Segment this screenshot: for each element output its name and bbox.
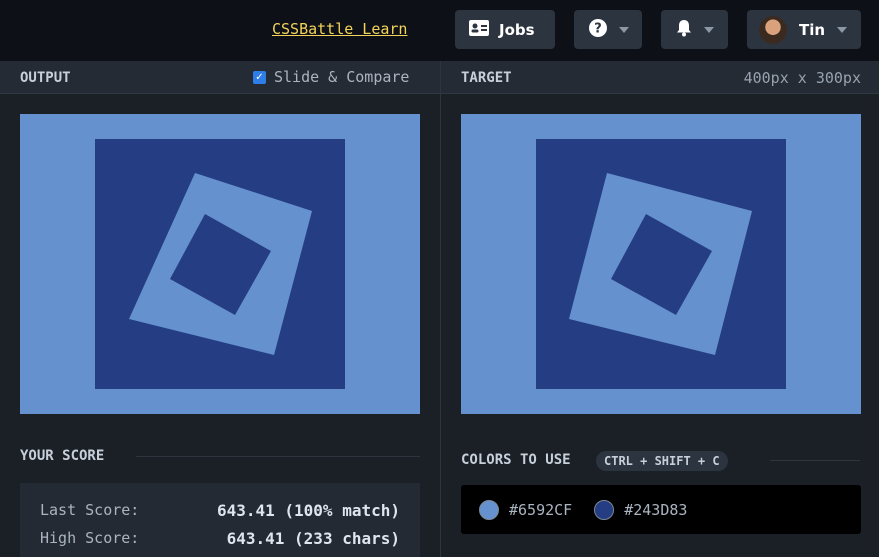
caret-down-icon (704, 26, 714, 33)
score-box: Last Score: 643.41 (100% match) High Sco… (20, 483, 420, 557)
output-panel-header: OUTPUT ✓ Slide & Compare (0, 61, 440, 94)
svg-text:?: ? (594, 21, 602, 36)
user-name: Tin (799, 20, 826, 39)
colors-shortcut-badge: CTRL + SHIFT + C (596, 451, 728, 471)
last-score-row: Last Score: 643.41 (100% match) (40, 501, 400, 520)
id-card-icon (469, 19, 489, 40)
output-title: OUTPUT (20, 70, 71, 86)
help-circle-icon: ? (589, 18, 607, 41)
color-hex-label[interactable]: #243D83 (624, 501, 687, 519)
colors-divider (770, 460, 860, 461)
caret-down-icon (837, 26, 848, 33)
score-title: YOUR SCORE (20, 448, 105, 464)
color-hex-label[interactable]: #6592CF (509, 501, 572, 519)
checkbox-check-icon: ✓ (255, 71, 264, 83)
target-canvas (461, 114, 861, 414)
color-item[interactable]: #243D83 (594, 499, 687, 520)
target-title: TARGET (461, 70, 512, 86)
panel-divider (440, 61, 441, 557)
slide-compare-checkbox[interactable]: ✓ (253, 70, 266, 84)
avatar (759, 15, 787, 44)
slide-compare-toggle[interactable]: ✓ Slide & Compare (253, 68, 409, 86)
cssbattle-learn-link[interactable]: CSSBattle Learn (272, 20, 407, 38)
color-item[interactable]: #6592CF (479, 499, 572, 520)
jobs-button[interactable]: Jobs (455, 10, 555, 49)
caret-down-icon (619, 26, 629, 33)
high-score-label: High Score: (40, 529, 140, 547)
target-dimensions: 400px x 300px (743, 69, 861, 87)
colors-title: COLORS TO USE (461, 452, 571, 468)
color-swatch[interactable] (594, 499, 615, 520)
last-score-value: 643.41 (100% match) (216, 501, 400, 520)
high-score-value: 643.41 (233 chars) (226, 529, 400, 548)
score-divider (136, 456, 420, 457)
target-panel-header: TARGET 400px x 300px (441, 61, 879, 94)
colors-palette: #6592CF #243D83 (461, 485, 861, 534)
slide-compare-label: Slide & Compare (274, 68, 410, 86)
high-score-row: High Score: 643.41 (233 chars) (40, 529, 400, 548)
color-swatch[interactable] (479, 499, 499, 520)
help-menu-button[interactable]: ? (574, 10, 642, 49)
user-menu-button[interactable]: Tin (747, 10, 861, 49)
top-bar: CSSBattle Learn Jobs ? Tin (0, 0, 879, 61)
jobs-label: Jobs (499, 20, 535, 39)
last-score-label: Last Score: (40, 501, 140, 519)
bell-icon (676, 19, 692, 41)
notifications-button[interactable] (661, 10, 728, 49)
output-canvas[interactable] (20, 114, 420, 414)
